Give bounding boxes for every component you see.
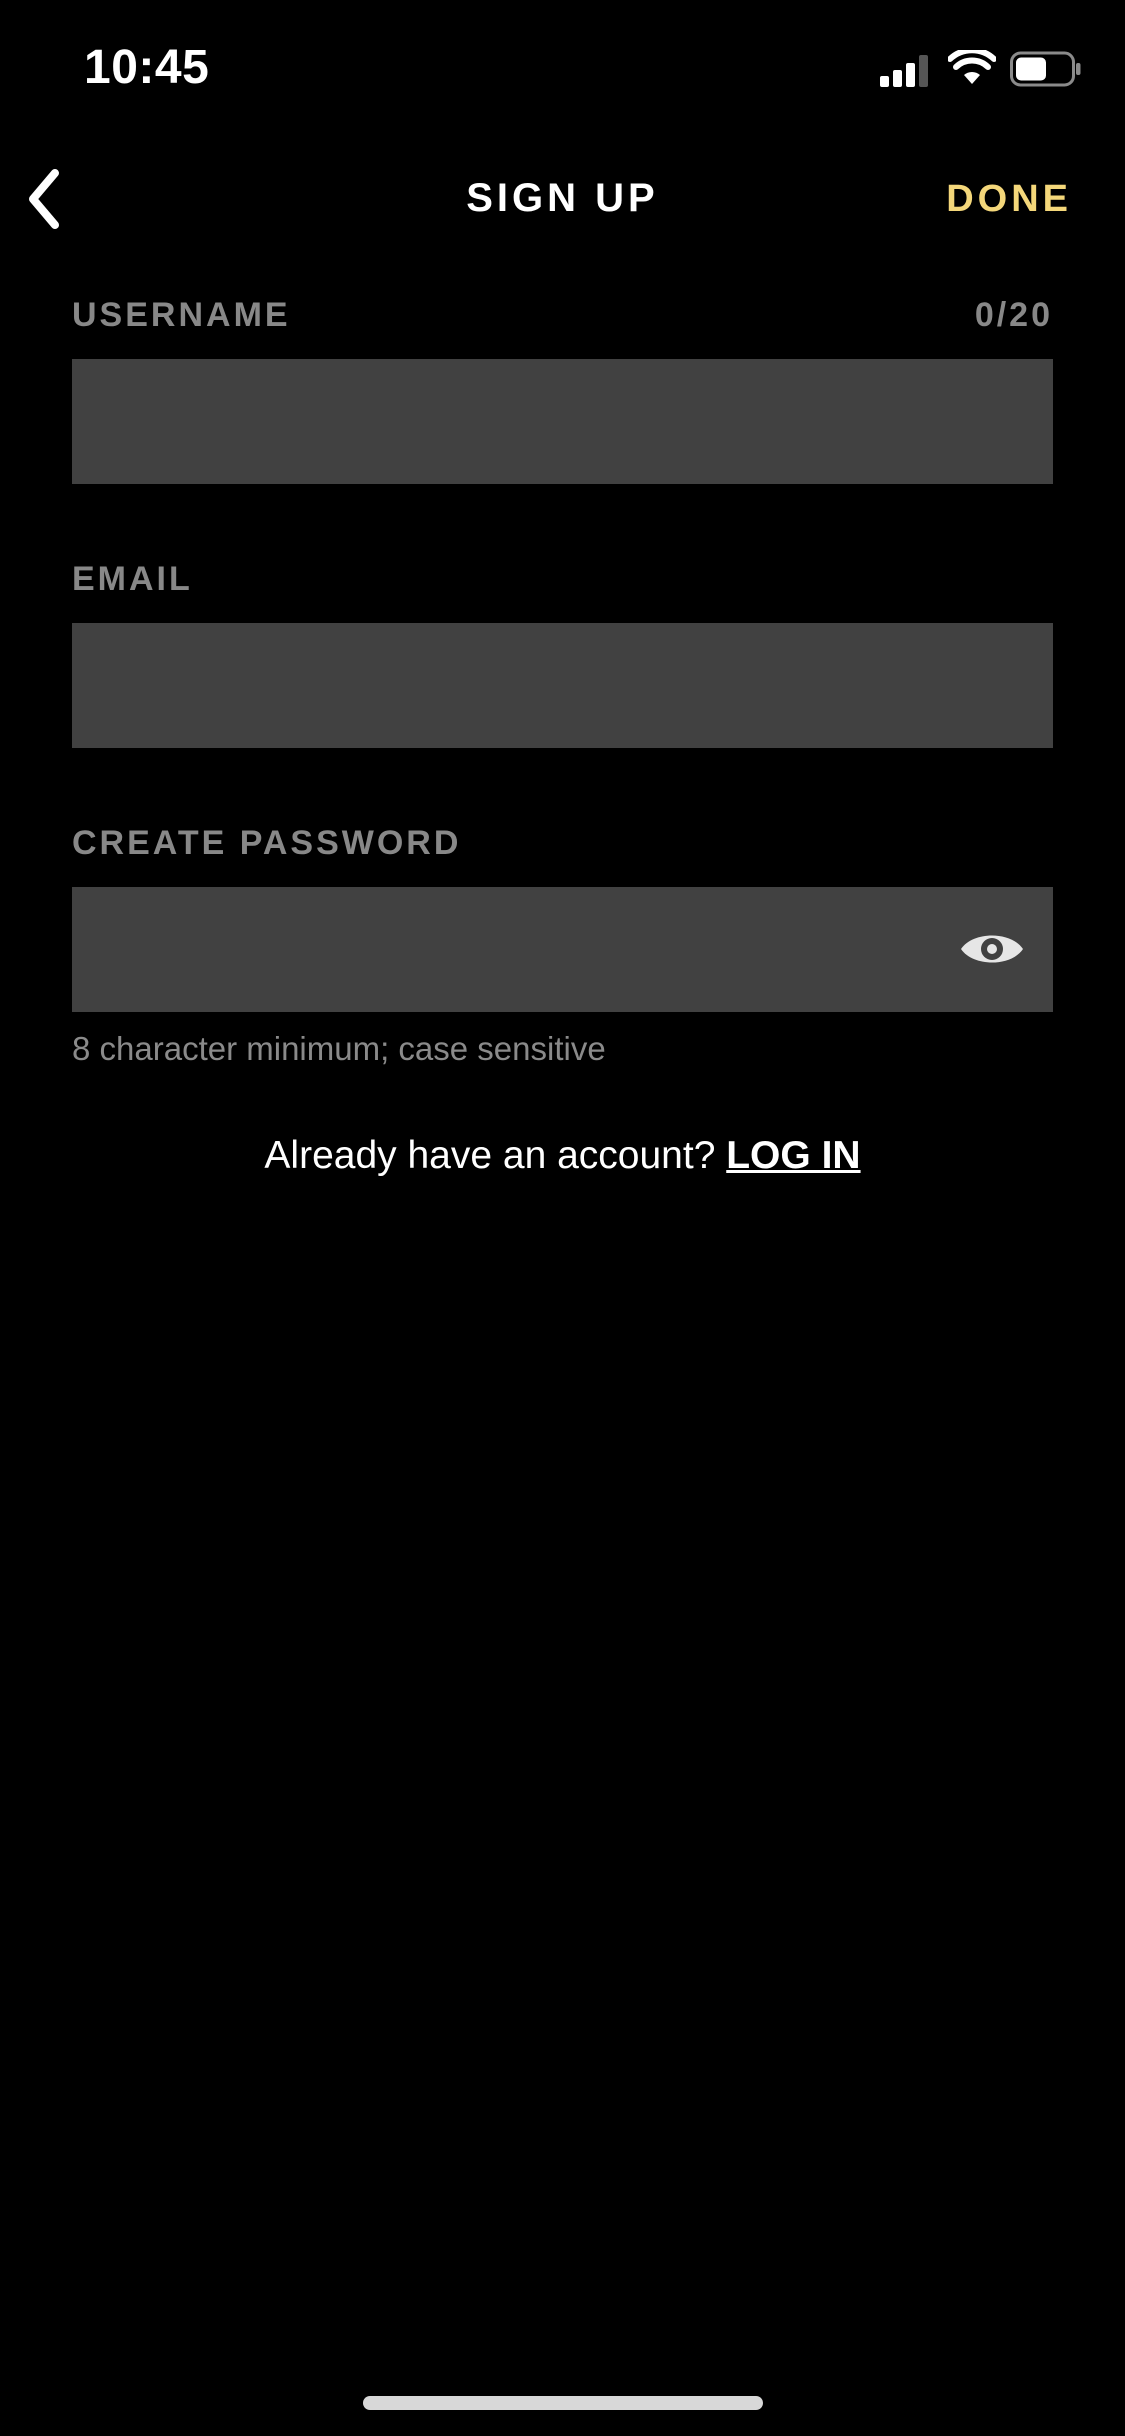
username-field[interactable]	[72, 359, 1053, 484]
password-label: CREATE PASSWORD	[72, 824, 462, 862]
log-in-link[interactable]: LOG IN	[726, 1134, 860, 1177]
show-password-toggle[interactable]	[958, 924, 1026, 974]
login-prompt: Already have an account? LOG IN	[0, 1134, 1125, 1178]
username-label: USERNAME	[72, 296, 291, 334]
username-char-counter: 0/20	[974, 296, 1053, 334]
email-label: EMAIL	[72, 560, 193, 598]
password-field[interactable]	[72, 887, 1053, 1012]
login-prompt-text: Already have an account?	[264, 1134, 716, 1177]
cellular-signal-icon	[880, 53, 932, 87]
eye-icon	[961, 935, 1023, 963]
wifi-icon	[948, 50, 996, 84]
battery-icon	[1010, 51, 1081, 87]
password-hint: 8 character minimum; case sensitive	[72, 1030, 606, 1067]
email-field[interactable]	[72, 623, 1053, 748]
sign-up-screen: 10:45 SIGN UP DONE USERNAME 0/20 EMAIL C…	[0, 0, 1125, 2436]
home-indicator[interactable]	[363, 2396, 763, 2410]
status-time: 10:45	[84, 41, 210, 94]
done-button[interactable]: DONE	[946, 178, 1072, 221]
